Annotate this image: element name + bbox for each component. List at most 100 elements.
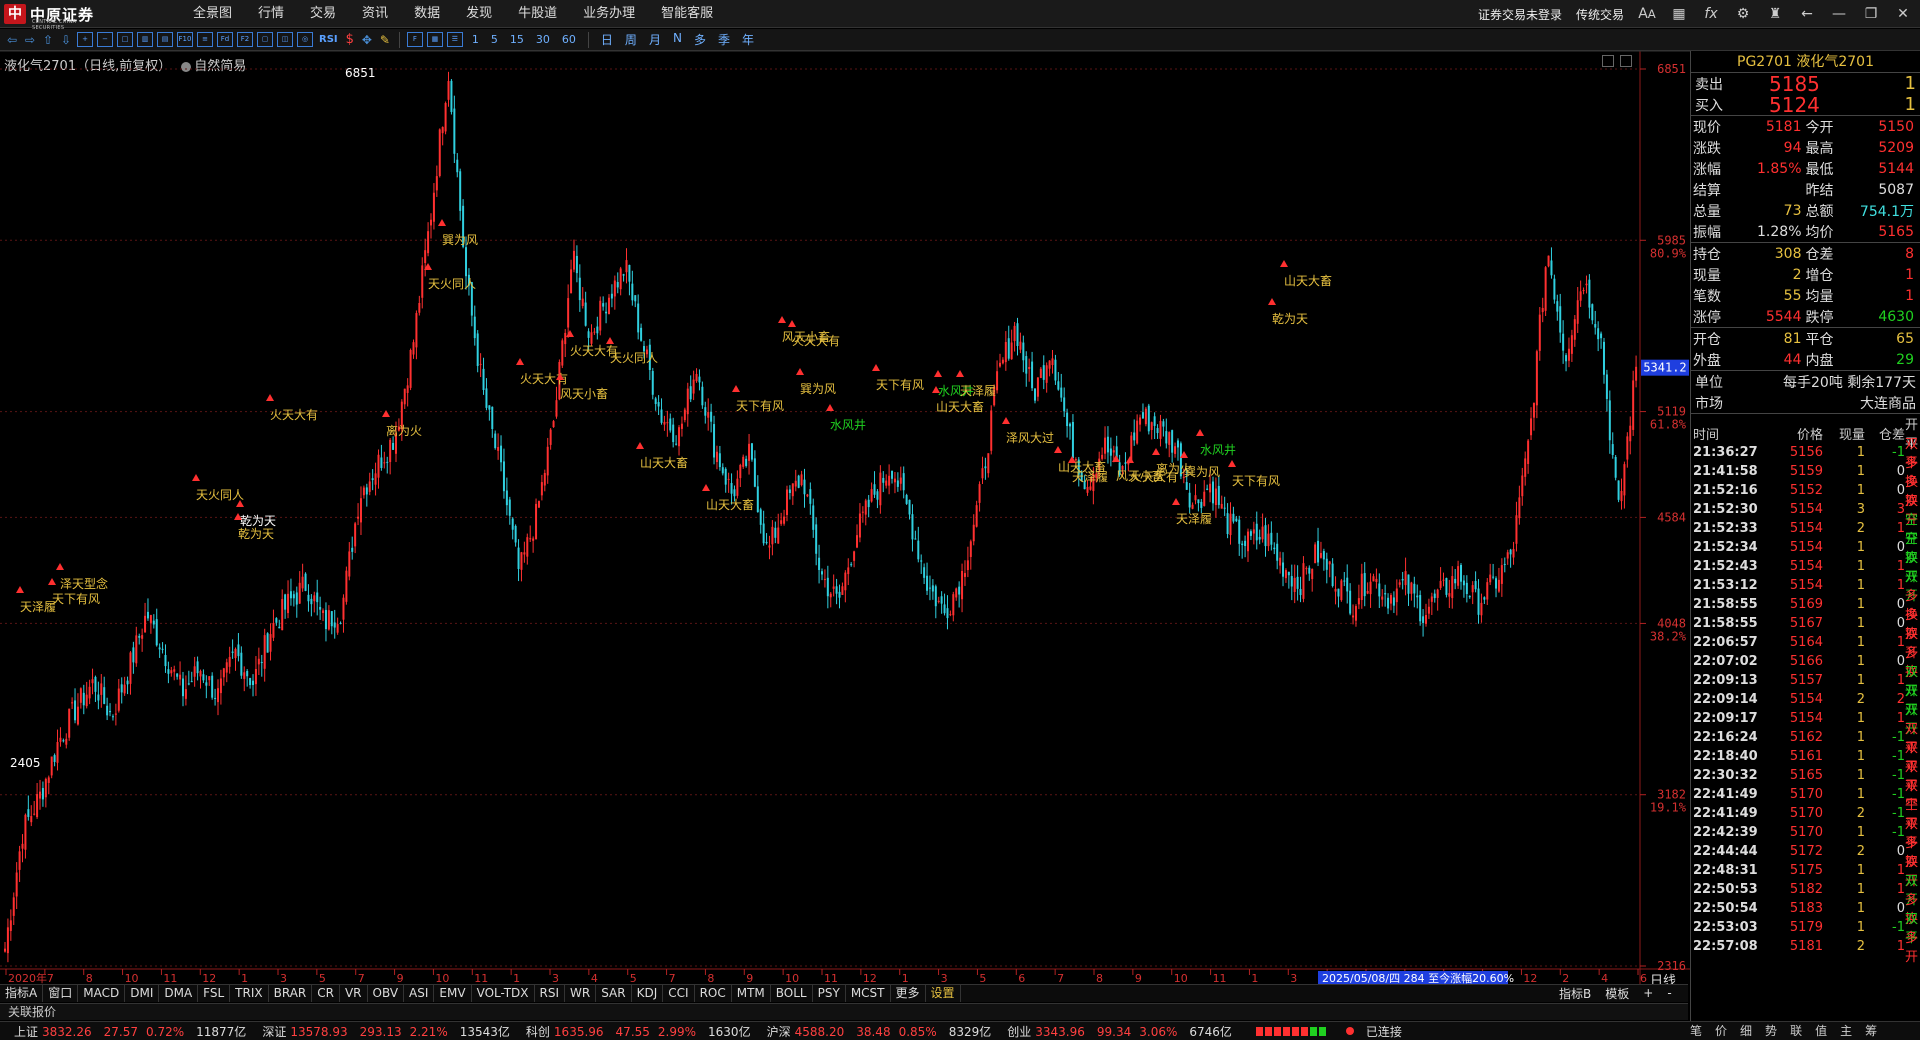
menu-item[interactable]: 资讯 <box>349 0 401 28</box>
indicator-tab[interactable]: CCI <box>663 985 695 1002</box>
indicator-tab[interactable]: EMV <box>434 985 472 1002</box>
indicator-tab[interactable]: DMA <box>159 985 199 1002</box>
news-icon[interactable]: ≡ <box>197 32 213 47</box>
index-item[interactable]: 深证 13578.93 293.13 2.21% 13543亿 <box>252 1023 510 1040</box>
indicator-tab[interactable]: CR <box>312 985 340 1002</box>
indicator-tab[interactable]: VOL-TDX <box>472 985 535 1002</box>
indicator-tab[interactable]: WR <box>565 985 597 1002</box>
indicator-tab[interactable]: DMI <box>125 985 160 1002</box>
indicator-tab[interactable]: MCST <box>846 985 891 1002</box>
gear-icon[interactable]: ⚙ <box>1734 6 1752 22</box>
arrow-down-icon[interactable]: ⇩ <box>58 32 74 48</box>
kline-chart[interactable]: 68512405 天泽履泽天型念天下有风天火同人乾为天乾为天火天大有离为火巽为风… <box>0 51 1690 984</box>
period-button[interactable]: 季 <box>712 31 736 48</box>
indicator-tab[interactable]: BOLL <box>771 985 813 1002</box>
indicator-tab[interactable]: BRAR <box>269 985 313 1002</box>
menu-item[interactable]: 发现 <box>453 0 505 28</box>
indicator-right-button[interactable]: + <box>1639 986 1657 1000</box>
indicator-right-button[interactable]: - <box>1663 986 1675 1000</box>
menu-item[interactable]: 牛股道 <box>505 0 570 28</box>
period-button[interactable]: 15 <box>504 33 530 46</box>
indicator-tab[interactable]: VR <box>340 985 368 1002</box>
indicator-tab[interactable]: SAR <box>596 985 632 1002</box>
panel-tab[interactable]: 势 <box>1765 1022 1777 1039</box>
tick-list[interactable]: 21:36:27 5156 1 -1 双平 21:41:58 5159 1 0 多换 21:52:1… <box>1691 433 1920 965</box>
panel-tab[interactable]: 笔 <box>1690 1022 1702 1039</box>
period-button[interactable]: 5 <box>485 33 504 46</box>
period-button[interactable]: N <box>667 31 688 48</box>
index-item[interactable]: 科创 1635.96 47.55 2.99% 1630亿 <box>516 1023 751 1040</box>
f-icon[interactable]: F <box>406 32 423 47</box>
indicator-tab[interactable]: 更多 <box>891 985 926 1002</box>
arrow-right-icon[interactable]: ⇨ <box>22 32 38 48</box>
move-icon[interactable]: ✥ <box>359 32 375 48</box>
f10-icon[interactable]: F10 <box>177 32 193 47</box>
menu-item[interactable]: 智能客服 <box>648 0 726 28</box>
menu-item[interactable]: 行情 <box>245 0 297 28</box>
period-button[interactable]: 周 <box>619 31 643 48</box>
target-icon[interactable]: ◎ <box>297 32 313 47</box>
indicator-tab[interactable]: 设置 <box>926 985 961 1002</box>
menu-item[interactable]: 交易 <box>297 0 349 28</box>
menu-item[interactable]: 业务办理 <box>570 0 648 28</box>
ask-row[interactable]: 卖出 5185 1 <box>1691 72 1920 96</box>
index-item[interactable]: 沪深 4588.20 38.48 0.85% 8329亿 <box>757 1023 992 1040</box>
zoom-out-icon[interactable]: − <box>97 32 113 47</box>
classic-trade-link[interactable]: 传统交易 <box>1576 6 1624 23</box>
period-button[interactable]: 1 <box>466 33 485 46</box>
panel-tab[interactable]: 价 <box>1715 1022 1727 1039</box>
panel-tab[interactable]: 细 <box>1740 1022 1752 1039</box>
dollar-icon[interactable]: $ <box>343 32 357 47</box>
chart-icon[interactable]: ◫ <box>277 32 293 47</box>
minimize-icon[interactable]: — <box>1830 6 1848 22</box>
zoom-in-icon[interactable]: + <box>77 32 93 47</box>
fund-icon[interactable]: Fd <box>217 32 233 47</box>
period-button[interactable]: 年 <box>736 31 760 48</box>
font-size-icon[interactable]: AA <box>1638 6 1656 22</box>
arrow-left-icon[interactable]: ⇦ <box>4 32 20 48</box>
indicator-tab[interactable]: MACD <box>78 985 126 1002</box>
period-button[interactable]: 30 <box>530 33 556 46</box>
indicator-right-button[interactable]: 指标B <box>1555 985 1595 1002</box>
indicator-tab[interactable]: OBV <box>368 985 405 1002</box>
back-icon[interactable]: ← <box>1798 6 1816 22</box>
grid-icon[interactable]: ▦ <box>1670 6 1688 22</box>
table-view-icon[interactable]: ▦ <box>426 32 443 47</box>
period-button[interactable]: 月 <box>643 31 667 48</box>
panel-tab[interactable]: 筹 <box>1865 1022 1877 1039</box>
layout-icon[interactable]: ▥ <box>137 32 153 47</box>
list-icon[interactable]: ☰ <box>446 32 463 47</box>
panel-tab[interactable]: 联 <box>1790 1022 1802 1039</box>
indicator-tab[interactable]: 窗口 <box>43 985 79 1002</box>
period-button[interactable]: 60 <box>556 33 582 46</box>
index-item[interactable]: 上证 3832.26 27.57 0.72% 11877亿 <box>4 1023 246 1040</box>
indicator-tab[interactable]: FSL <box>198 985 231 1002</box>
indicator-tab[interactable]: PSY <box>813 985 846 1002</box>
indicator-tab[interactable]: TRIX <box>230 985 269 1002</box>
panel-tab[interactable]: 值 <box>1815 1022 1827 1039</box>
menu-item[interactable]: 数据 <box>401 0 453 28</box>
close-icon[interactable]: ✕ <box>1894 6 1912 22</box>
indicator-tab[interactable]: ASI <box>404 985 435 1002</box>
shirt-icon[interactable]: ♜ <box>1766 6 1784 22</box>
index-item[interactable]: 创业 3343.96 99.34 3.06% 6746亿 <box>997 1023 1232 1040</box>
period-button[interactable]: 多 <box>688 31 712 48</box>
pencil-icon[interactable]: ✎ <box>377 32 393 48</box>
indicator-right-button[interactable]: 模板 <box>1601 985 1633 1002</box>
indicator-tab[interactable]: MTM <box>732 985 771 1002</box>
indicator-tab[interactable]: RSI <box>535 985 566 1002</box>
restore-icon[interactable]: ❐ <box>1862 6 1880 22</box>
window-icon[interactable]: ▢ <box>257 32 273 47</box>
f2-icon[interactable]: F2 <box>237 32 253 47</box>
arrow-up-icon[interactable]: ⇧ <box>40 32 56 48</box>
bid-row[interactable]: 买入 5124 1 <box>1691 93 1920 117</box>
linked-quote-bar[interactable]: 关联报价 <box>0 1003 1688 1020</box>
menu-item[interactable]: 全景图 <box>180 0 245 28</box>
indicator-tab[interactable]: ROC <box>695 985 732 1002</box>
period-button[interactable]: 日 <box>595 31 619 48</box>
fx-icon[interactable]: fx <box>1702 6 1720 22</box>
fullscreen-icon[interactable]: □ <box>117 32 133 47</box>
indicator-tab[interactable]: 指标A <box>0 985 44 1002</box>
trade-login-link[interactable]: 证券交易未登录 <box>1478 6 1562 23</box>
rsi-button[interactable]: RSI <box>316 34 341 45</box>
